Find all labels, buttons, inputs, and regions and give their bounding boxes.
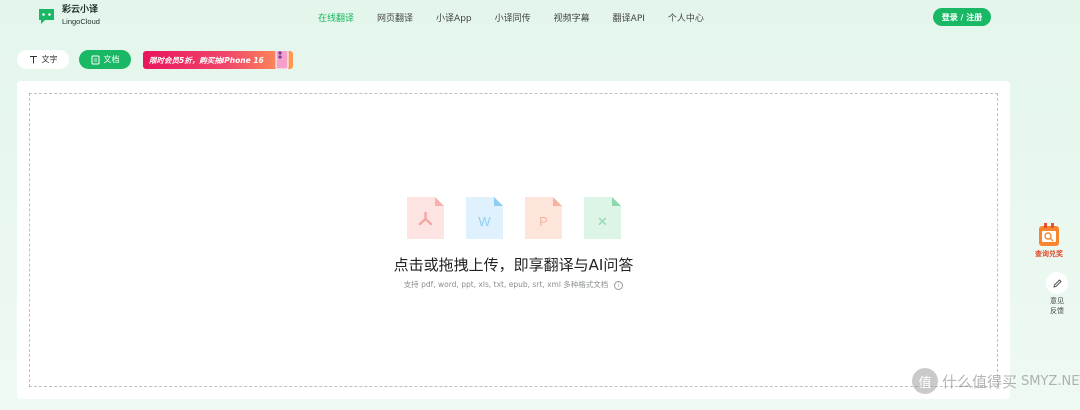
excel-file-icon: ✕ bbox=[584, 197, 621, 239]
document-icon bbox=[91, 55, 99, 64]
svg-text:✕: ✕ bbox=[597, 214, 608, 229]
nav-item-simultaneous[interactable]: 小译同传 bbox=[495, 11, 531, 24]
upload-subtitle: 支持 pdf, word, ppt, xls, txt, epub, srt, … bbox=[30, 279, 997, 290]
nav-item-web-translate[interactable]: 网页翻译 bbox=[377, 11, 413, 24]
gift-icon bbox=[1039, 223, 1059, 246]
svg-text:P: P bbox=[539, 214, 548, 229]
feedback-label: 意见反馈 bbox=[1050, 297, 1064, 315]
supported-formats: 支持 pdf, word, ppt, xls, txt, epub, srt, … bbox=[403, 280, 609, 289]
file-type-icons: W P ✕ bbox=[407, 197, 621, 239]
feedback-widget[interactable]: 意见反馈 bbox=[1044, 272, 1070, 316]
edit-icon bbox=[1052, 278, 1062, 288]
nav-item-personal-center[interactable]: 个人中心 bbox=[668, 11, 704, 24]
tab-text[interactable]: 文字 bbox=[17, 50, 69, 69]
watermark-text: 什么值得买 bbox=[942, 372, 1018, 391]
pdf-file-icon bbox=[407, 197, 444, 239]
word-file-icon: W bbox=[466, 197, 503, 239]
ppt-file-icon: P bbox=[525, 197, 562, 239]
nav-item-api[interactable]: 翻译API bbox=[613, 11, 645, 24]
file-drop-zone[interactable]: W P ✕ 点击或拖拽上传，即享翻译与AI问答 支持 pdf, word, pp… bbox=[29, 93, 998, 387]
brand-name-cn: 彩云小译 bbox=[62, 5, 99, 15]
info-icon[interactable]: i bbox=[614, 280, 624, 290]
brand-logo[interactable]: 彩云小译 LingoCloud bbox=[37, 5, 100, 27]
brand-name-en: LingoCloud bbox=[62, 17, 100, 26]
tab-document-label: 文档 bbox=[103, 55, 120, 64]
svg-text:W: W bbox=[478, 214, 491, 229]
nav-item-app[interactable]: 小译App bbox=[436, 11, 472, 24]
tab-document[interactable]: 文档 bbox=[79, 50, 131, 69]
promo-text: 限时会员5折，购买抽iPhone 16 bbox=[149, 55, 264, 65]
phone-icon bbox=[275, 51, 289, 69]
top-header: 彩云小译 LingoCloud 在线翻译 网页翻译 小译App 小译同传 视频字… bbox=[0, 0, 1080, 36]
upload-title: 点击或拖拽上传，即享翻译与AI问答 bbox=[393, 256, 634, 274]
upload-card: W P ✕ 点击或拖拽上传，即享翻译与AI问答 支持 pdf, word, pp… bbox=[17, 81, 1010, 399]
watermark: 值 什么值得买 SMYZ.NET bbox=[912, 368, 1080, 394]
main-nav: 在线翻译 网页翻译 小译App 小译同传 视频字幕 翻译API 个人中心 bbox=[318, 11, 727, 24]
prize-query-widget[interactable]: 查询兑奖 bbox=[1029, 222, 1069, 262]
prize-query-label: 查询兑奖 bbox=[1035, 250, 1063, 258]
logo-icon bbox=[39, 9, 54, 24]
text-icon bbox=[29, 56, 37, 64]
promo-banner[interactable]: 限时会员5折，购买抽iPhone 16 bbox=[143, 51, 293, 69]
nav-item-online-translate[interactable]: 在线翻译 bbox=[318, 11, 354, 24]
tab-text-label: 文字 bbox=[41, 55, 58, 64]
watermark-site: SMYZ.NET bbox=[1021, 373, 1080, 389]
watermark-badge: 值 bbox=[912, 368, 938, 394]
nav-item-video-subtitles[interactable]: 视频字幕 bbox=[554, 11, 590, 24]
login-register-button[interactable]: 登录 / 注册 bbox=[933, 8, 991, 26]
